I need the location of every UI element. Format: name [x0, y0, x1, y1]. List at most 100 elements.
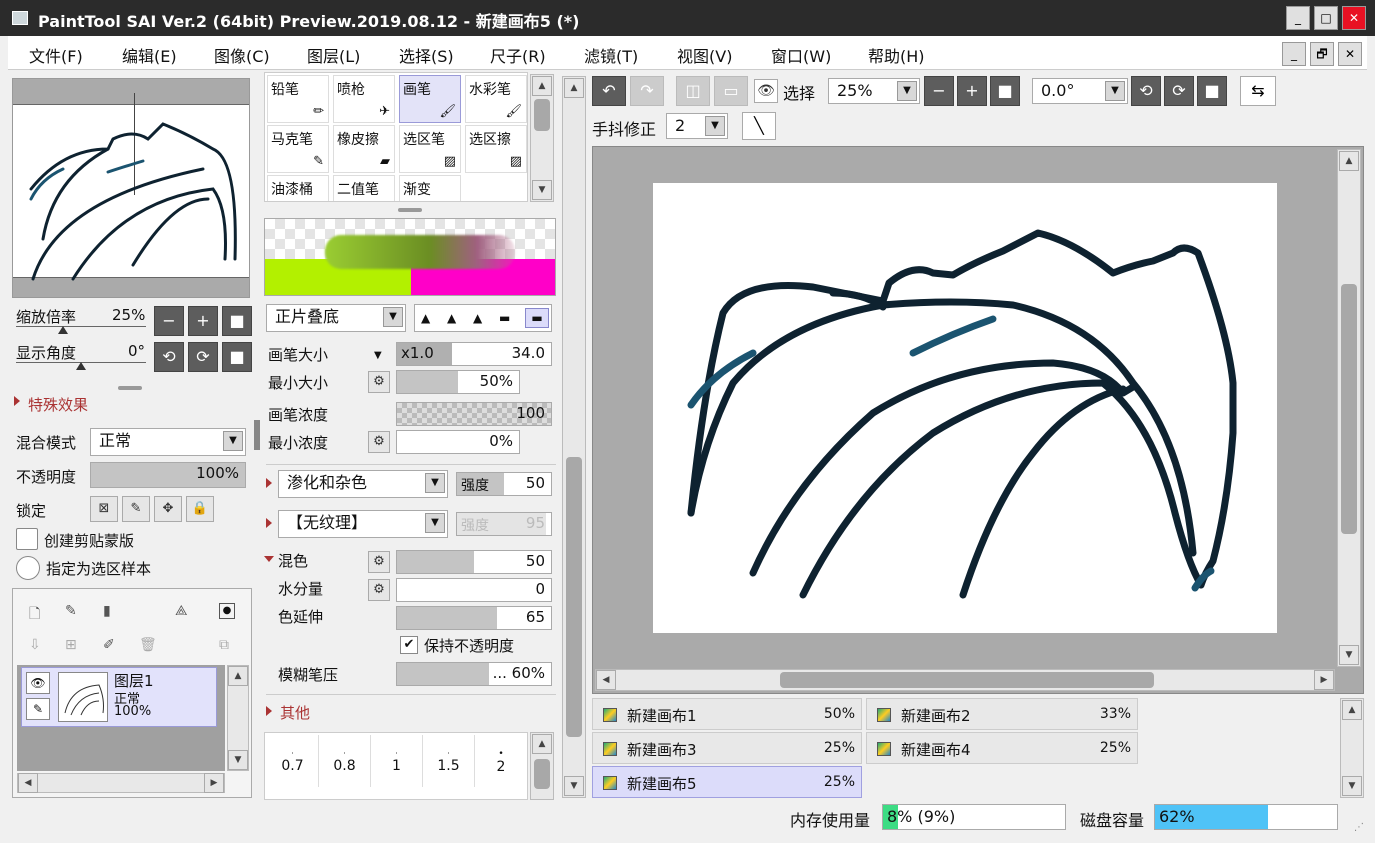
lock-all-icon[interactable]: 🔒	[186, 496, 214, 522]
effects-label[interactable]: 特殊效果	[28, 394, 88, 415]
scroll-down-icon[interactable]: ▼	[532, 180, 552, 200]
tool-brush[interactable]: 画笔 🖌	[399, 75, 461, 123]
menu-file[interactable]: 文件(F)	[29, 43, 83, 67]
pressure-icon[interactable]: ⚙	[368, 579, 390, 601]
scroll-left-icon[interactable]: ◀	[18, 773, 38, 793]
scroll-up-icon[interactable]: ▲	[532, 734, 552, 754]
zoom-slider[interactable]	[16, 326, 146, 327]
zoom-in-button[interactable]: +	[188, 306, 218, 336]
tab-canvas-1[interactable]: 新建画布1 50%	[592, 698, 862, 730]
zoom-out-button[interactable]: −	[154, 306, 184, 336]
close-button[interactable]: ✕	[1342, 6, 1366, 30]
zoom-slider-handle[interactable]	[58, 326, 68, 334]
strength-bar-1[interactable]: 强度 50	[456, 472, 552, 496]
layer-extra-icon[interactable]: ⧉	[219, 637, 229, 653]
brush-shape-4-icon[interactable]: ▬	[499, 311, 510, 325]
menu-view[interactable]: 视图(V)	[677, 43, 732, 67]
line-tool-button[interactable]: ╲	[742, 112, 776, 140]
angle-slider-handle[interactable]	[76, 362, 86, 370]
scroll-up-icon[interactable]: ▲	[564, 78, 584, 98]
menu-filter[interactable]: 滤镜(T)	[584, 43, 638, 67]
canvas-rotate-reset-button[interactable]: ■	[1197, 76, 1227, 106]
flip-horizontal-button[interactable]: ⇆	[1240, 76, 1276, 106]
layer-item[interactable]: 👁 ✎ 图层1 正常 100%	[21, 667, 217, 727]
brush-blend-select[interactable]: 正片叠底 ▼	[266, 304, 406, 332]
layer-mask-icon[interactable]: ●	[219, 603, 235, 619]
canvas-hscroll[interactable]: ◀ ▶	[595, 669, 1335, 691]
stretch-bar[interactable]: 65	[396, 606, 552, 630]
scroll-left-icon[interactable]: ◀	[596, 670, 616, 690]
selection-sample-radio[interactable]	[16, 556, 40, 580]
blur-bar[interactable]: ... 60%	[396, 662, 552, 686]
rotate-reset-button[interactable]: ■	[222, 342, 252, 372]
merge-down-icon[interactable]: ⇩	[29, 637, 41, 653]
expand-arrow-icon[interactable]	[266, 518, 272, 528]
canvas-rotate-left-button[interactable]: ⟲	[1131, 76, 1161, 106]
scroll-up-icon[interactable]: ▲	[1342, 700, 1362, 720]
scroll-right-icon[interactable]: ▶	[204, 773, 224, 793]
keep-opacity-checkbox[interactable]: ✔	[400, 636, 418, 654]
minimize-button[interactable]: _	[1286, 6, 1310, 30]
min-size-bar[interactable]: 50%	[396, 370, 520, 394]
layer-opacity-bar[interactable]: 100%	[90, 462, 246, 488]
tool-eraser[interactable]: 橡皮擦 ▰	[333, 125, 395, 173]
delete-layer-icon[interactable]: 🗑	[139, 637, 157, 653]
tool-pencil[interactable]: 铅笔 ✏	[267, 75, 329, 123]
layer-transform-icon[interactable]: ⟁	[175, 603, 188, 619]
tool-selection-eraser[interactable]: 选区擦 ▨	[465, 125, 527, 173]
other-label[interactable]: 其他	[280, 702, 310, 723]
tool-grid-vscroll[interactable]: ▲ ▼	[530, 74, 554, 202]
expand-arrow-icon[interactable]	[14, 396, 20, 406]
menu-help[interactable]: 帮助(H)	[868, 43, 925, 67]
texture-select-1[interactable]: 渗化和杂色 ▼	[278, 470, 448, 498]
scroll-thumb[interactable]	[780, 672, 1154, 688]
mdi-close-button[interactable]: ✕	[1338, 42, 1362, 66]
scroll-down-icon[interactable]: ▼	[228, 750, 248, 770]
tab-canvas-4[interactable]: 新建画布4 25%	[866, 732, 1138, 764]
tool-gradient[interactable]: 渐变	[399, 175, 461, 201]
mdi-restore-button[interactable]: 🗗	[1310, 42, 1334, 66]
size-preset-2[interactable]: • 2	[475, 735, 527, 787]
menu-ruler[interactable]: 尺子(R)	[490, 43, 546, 67]
tab-canvas-5[interactable]: 新建画布5 25%	[592, 766, 862, 798]
size-preset-1.5[interactable]: · 1.5	[423, 735, 475, 787]
tool-binary-pen[interactable]: 二值笔	[333, 175, 395, 201]
pressure-icon[interactable]: ⚙	[368, 431, 390, 453]
scroll-thumb[interactable]	[534, 99, 550, 131]
maximize-button[interactable]: □	[1314, 6, 1338, 30]
min-density-bar[interactable]: 0%	[396, 430, 520, 454]
scroll-down-icon[interactable]: ▼	[1339, 645, 1359, 665]
brush-size-bar[interactable]: x1.0 34.0	[396, 342, 552, 366]
expand-arrow-icon[interactable]	[266, 478, 272, 488]
clip-mask-checkbox[interactable]	[16, 528, 38, 550]
left-panel-scroll-thumb[interactable]	[254, 420, 260, 450]
lock-paint-icon[interactable]: ✎	[122, 496, 150, 522]
scroll-down-icon[interactable]: ▼	[1342, 776, 1362, 796]
canvas-zoom-out-button[interactable]: −	[924, 76, 954, 106]
drawing-canvas[interactable]	[653, 183, 1277, 633]
layer-list-hscroll[interactable]: ◀ ▶	[17, 773, 225, 793]
size-preset-0.8[interactable]: · 0.8	[319, 735, 371, 787]
menu-layer[interactable]: 图层(L)	[307, 43, 360, 67]
menu-window[interactable]: 窗口(W)	[771, 43, 831, 67]
scroll-down-icon[interactable]: ▼	[564, 776, 584, 796]
invert-selection-button[interactable]: ▭	[714, 76, 748, 106]
tool-watercolor[interactable]: 水彩笔 🖌	[465, 75, 527, 123]
scroll-up-icon[interactable]: ▲	[532, 76, 552, 96]
pressure-icon[interactable]: ⚙	[368, 371, 390, 393]
mdi-minimize-button[interactable]: _	[1282, 42, 1306, 66]
expand-arrow-icon[interactable]	[266, 706, 272, 716]
presets-vscroll[interactable]: ▲	[530, 732, 554, 800]
scroll-thumb[interactable]	[566, 457, 582, 737]
layer-list-vscroll[interactable]: ▲ ▼	[227, 665, 249, 771]
new-vector-layer-icon[interactable]: ✎	[65, 603, 77, 619]
brush-shape-5-icon[interactable]: ▬	[525, 308, 549, 328]
tabs-vscroll[interactable]: ▲ ▼	[1340, 698, 1364, 798]
rotate-left-button[interactable]: ⟲	[154, 342, 184, 372]
deselect-button[interactable]: ◫	[676, 76, 710, 106]
canvas-zoom-in-button[interactable]: +	[957, 76, 987, 106]
menu-image[interactable]: 图像(C)	[214, 43, 270, 67]
scroll-thumb[interactable]	[1341, 284, 1357, 534]
eye-icon[interactable]: 👁	[26, 672, 50, 694]
brush-shape-2-icon[interactable]: ▲	[447, 311, 456, 325]
